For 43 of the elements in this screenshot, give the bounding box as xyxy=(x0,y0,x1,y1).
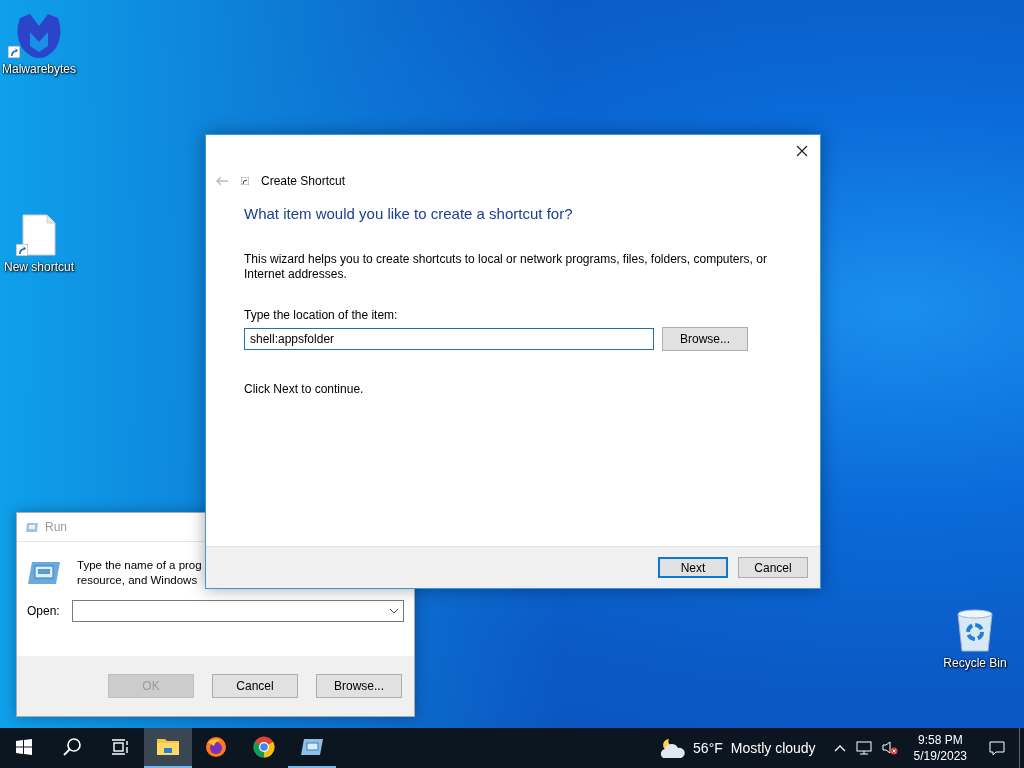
wizard-button[interactable]: Next xyxy=(658,557,728,578)
task-view-icon xyxy=(111,739,129,755)
shortcut-arrow-icon xyxy=(16,244,28,256)
temperature-text[interactable]: 56°F xyxy=(693,740,723,756)
clock-date: 5/19/2023 xyxy=(913,748,967,764)
prompt-text: Type the name of a prog xyxy=(77,558,202,573)
speaker-muted-icon[interactable] xyxy=(881,741,898,755)
shortcut-arrow-icon xyxy=(8,46,20,58)
document-icon xyxy=(22,214,56,256)
notification-icon[interactable] xyxy=(989,740,1005,756)
dialog-button[interactable]: Browse... xyxy=(316,674,402,698)
window-title: Create Shortcut xyxy=(261,174,346,188)
description-text: This wizard helps you to create shortcuts to local or network programs, files, folders, computers, or Internet addresses. xyxy=(244,252,768,282)
weather-text[interactable]: Mostly cloudy xyxy=(730,740,816,756)
wizard-heading: What item would you like to create a shortcut for? xyxy=(244,205,574,222)
windows-logo-icon xyxy=(16,739,32,755)
window-title: Run xyxy=(45,520,67,534)
browser-icon xyxy=(253,736,275,758)
taskbar-button[interactable] xyxy=(144,728,192,768)
location-field[interactable]: shell:appsfolder xyxy=(244,328,654,350)
desktop-icon-label[interactable]: Recycle Bin xyxy=(943,656,1007,670)
search-icon xyxy=(62,737,82,757)
dialog-button[interactable]: Cancel xyxy=(212,674,298,698)
chevron-down-icon xyxy=(389,608,399,614)
clock[interactable]: 9:58 PM 5/19/2023 xyxy=(905,728,975,768)
chevron-up-icon[interactable] xyxy=(833,744,846,752)
wizard-button[interactable]: Cancel xyxy=(738,557,808,578)
fox-globe-icon xyxy=(205,736,227,758)
folder-icon xyxy=(157,738,179,756)
prompt-text: resource, and Windows xyxy=(77,573,199,588)
clock-time: 9:58 PM xyxy=(917,732,963,748)
shortcut-icon xyxy=(241,177,249,185)
field-label: Open: xyxy=(27,604,60,618)
run-app-icon xyxy=(25,521,39,533)
cloud-moon-icon[interactable] xyxy=(659,737,686,759)
run-app-icon xyxy=(300,738,324,756)
run-app-icon xyxy=(27,560,61,586)
field-label: Type the location of the item: xyxy=(244,308,399,322)
hint-text: Click Next to continue. xyxy=(244,382,365,396)
recycle-bin-icon xyxy=(955,608,995,652)
open-combo-box[interactable] xyxy=(71,600,404,622)
network-icon[interactable] xyxy=(855,741,872,755)
browse-button[interactable]: Browse... xyxy=(662,327,748,351)
